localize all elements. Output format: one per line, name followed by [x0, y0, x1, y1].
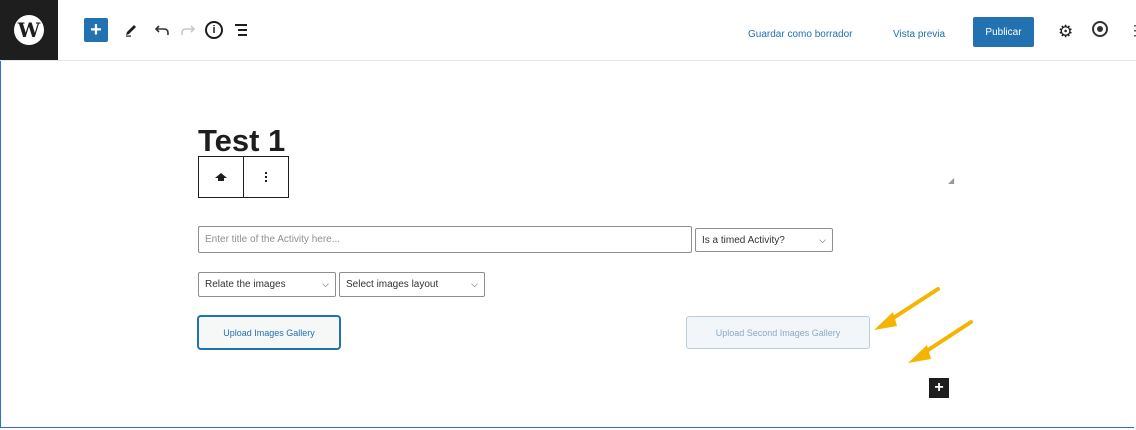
activity-title-input[interactable]: Enter title of the Activity here... — [198, 226, 692, 253]
post-title[interactable]: Test 1 — [198, 123, 285, 159]
yoast-seo-icon[interactable] — [1092, 21, 1108, 37]
images-layout-select[interactable]: Select images layout ⌵ — [339, 272, 485, 297]
info-icon[interactable]: i — [203, 18, 225, 42]
timed-activity-select[interactable]: Is a timed Activity? ⌵ — [695, 228, 833, 252]
relate-images-select[interactable]: Relate the images ⌵ — [198, 272, 336, 297]
block-toolbar — [198, 156, 289, 198]
save-draft-button[interactable]: Guardar como borrador — [748, 29, 853, 40]
vertical-ellipsis-icon — [265, 172, 267, 182]
more-options-icon[interactable]: ⋮ — [1128, 22, 1136, 39]
wordpress-icon: W — [14, 15, 44, 45]
list-view-icon[interactable] — [230, 18, 252, 42]
settings-gear-icon[interactable]: ⚙ — [1058, 22, 1073, 42]
chevron-down-icon: ⌵ — [322, 279, 329, 289]
graduation-cap-icon — [215, 173, 227, 181]
pencil-icon[interactable] — [120, 18, 142, 42]
images-layout-select-value: Select images layout — [346, 279, 439, 290]
block-type-button[interactable] — [199, 157, 244, 197]
wordpress-logo-button[interactable]: W — [0, 0, 58, 60]
editor-top-toolbar: W + i Guardar como borrador Vista previa… — [0, 0, 1136, 61]
publish-button[interactable]: Publicar — [973, 17, 1034, 47]
relate-images-select-value: Relate the images — [205, 279, 286, 290]
timed-activity-select-value: Is a timed Activity? — [702, 234, 785, 246]
block-inserter-button[interactable]: + — [929, 378, 949, 398]
chevron-down-icon: ⌵ — [819, 234, 826, 245]
upload-images-gallery-button[interactable]: Upload Images Gallery — [198, 316, 340, 349]
undo-icon[interactable] — [151, 18, 173, 42]
chevron-down-icon: ⌵ — [471, 279, 478, 289]
preview-button[interactable]: Vista previa — [893, 29, 945, 40]
block-options-button[interactable] — [244, 157, 288, 197]
upload-second-images-gallery-button[interactable]: Upload Second Images Gallery — [686, 316, 870, 349]
redo-icon[interactable] — [177, 18, 199, 42]
add-block-button[interactable]: + — [84, 18, 108, 42]
editor-frame — [0, 0, 1134, 428]
resize-handle-icon[interactable]: ◢ — [948, 176, 954, 185]
